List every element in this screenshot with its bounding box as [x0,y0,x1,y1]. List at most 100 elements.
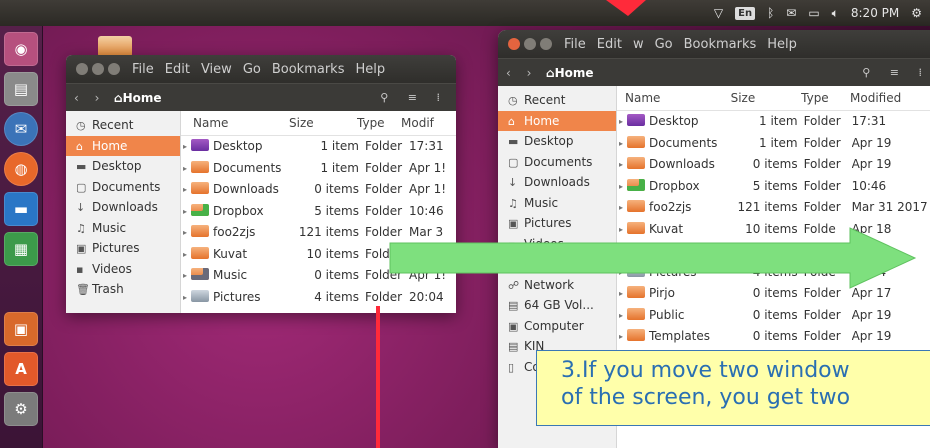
clock[interactable]: 8:20 PM [851,6,899,20]
keyboard-layout-indicator[interactable]: En [735,6,756,20]
menu-item[interactable]: Bookmarks [684,37,757,52]
files-icon[interactable]: ▤ [4,72,38,106]
impress-icon[interactable]: ▣ [4,312,38,346]
sidebar-item[interactable]: 🗑︎ Trash [498,254,616,275]
location-home-button[interactable]: ⌂Home [546,66,594,80]
menu-item[interactable]: View [201,62,232,77]
col-type[interactable]: Type [801,86,850,110]
expand-icon[interactable]: ▸ [619,154,627,175]
expand-icon[interactable]: ▸ [183,222,191,243]
col-size[interactable]: Size [289,111,357,135]
sidebar-item[interactable]: ▣ Pictures [498,213,616,234]
table-row[interactable]: ▸ Pictures 4 items Folde 20:04 [617,262,930,284]
minimize-icon[interactable] [524,38,536,50]
table-row[interactable]: ▸ foo2zjs 121 items Folder Mar 3 [181,222,456,244]
menu-item[interactable]: w [633,37,644,52]
desktop-folder-icon[interactable] [98,36,132,56]
col-size[interactable]: Size [731,86,802,110]
col-name[interactable]: Name [181,111,289,135]
expand-icon[interactable]: ▸ [183,244,191,265]
network-icon[interactable]: ▽ [714,6,723,20]
table-row[interactable]: ▸ Public 0 items Folder Apr 19 [617,305,930,327]
sidebar-item[interactable]: ▬ Desktop [498,131,616,152]
expand-icon[interactable]: ▸ [183,158,191,179]
gear-icon[interactable]: ⚙ [911,6,922,20]
table-row[interactable]: ▸ Dropbox 5 items Folder 10:46 [617,176,930,198]
table-row[interactable]: ▸ Dropbox 5 items Folder 10:46 [181,201,456,223]
table-row[interactable]: ▸ Downloads 0 items Folder Apr 19 [617,154,930,176]
sidebar-item[interactable]: ◷ Recent [498,90,616,111]
mail-icon[interactable]: ✉ [786,6,796,20]
settings-icon[interactable]: ⚙ [4,392,38,426]
sidebar-item[interactable]: ▤ 64 GB Vol... [498,295,616,316]
sidebar-item[interactable]: ⌂ Home [66,135,180,156]
table-row[interactable]: ▸ Downloads 0 items Folder Apr 1! [181,179,456,201]
bluetooth-icon[interactable]: ᛒ [767,6,774,20]
volume-icon[interactable]: 🔈︎ [832,6,839,21]
expand-icon[interactable]: ▸ [619,197,627,218]
close-icon[interactable] [76,63,88,75]
table-row[interactable]: ▸ Desktop 1 item Folder 17:31 [617,111,930,133]
table-row[interactable]: ▸ [617,240,930,262]
menu-item[interactable]: File [132,62,154,77]
expand-icon[interactable]: ▸ [619,283,627,304]
thunderbird-icon[interactable]: ✉ [4,112,38,146]
table-row[interactable]: ▸ Desktop 1 item Folder 17:31 [181,136,456,158]
location-home-button[interactable]: ⌂Home [114,91,162,105]
table-row[interactable]: ▸ Kuvat 10 items Folder Apr 1 [181,244,456,266]
menu-item[interactable]: Edit [165,62,190,77]
menu-item[interactable]: File [564,37,586,52]
table-row[interactable]: ▸ foo2zjs 121 items Folder Mar 31 2017 [617,197,930,219]
menu-item[interactable]: Edit [597,37,622,52]
search-view-icons[interactable]: ⚲ ≡ ⁞ [862,66,930,79]
table-row[interactable]: ▸ Pirjo 0 items Folder Apr 17 [617,283,930,305]
sidebar-item[interactable]: ☍ Network [498,275,616,296]
sidebar-item[interactable]: ♫ Music [498,193,616,214]
expand-icon[interactable]: ▸ [619,219,627,240]
menu-item[interactable]: Help [767,37,797,52]
expand-icon[interactable]: ▸ [619,111,627,132]
sidebar-item[interactable]: ▢ Documents [498,152,616,173]
col-modified[interactable]: Modified [850,86,930,110]
expand-icon[interactable]: ▸ [619,262,627,283]
writer-icon[interactable]: ▬ [4,192,38,226]
table-row[interactable]: ▸ Templates 0 items Folder Apr 19 [617,326,930,348]
back-forward-icon[interactable]: ‹ › [506,66,546,80]
back-forward-icon[interactable]: ‹ › [74,91,114,105]
expand-icon[interactable]: ▸ [619,240,627,261]
col-type[interactable]: Type [357,111,401,135]
search-view-icons[interactable]: ⚲ ≡ ⁞ [380,91,448,104]
sidebar-item[interactable]: ▪ Videos [498,234,616,255]
sidebar-item[interactable]: ▣ Computer [498,316,616,337]
close-icon[interactable] [508,38,520,50]
col-name[interactable]: Name [617,86,731,110]
expand-icon[interactable]: ▸ [183,136,191,157]
maximize-icon[interactable] [540,38,552,50]
menu-item[interactable]: Help [355,62,385,77]
sidebar-item[interactable]: ▪ Videos [66,259,180,280]
maximize-icon[interactable] [108,63,120,75]
dash-icon[interactable]: ◉ [4,32,38,66]
sidebar-item[interactable]: ▣ Pictures [66,238,180,259]
table-row[interactable]: ▸ Kuvat 10 items Folde Apr 18 [617,219,930,241]
col-modified[interactable]: Modif [401,111,437,135]
software-center-icon[interactable]: A [4,352,38,386]
sidebar-item[interactable]: ↓ Downloads [498,172,616,193]
battery-icon[interactable]: ▭ [808,6,819,20]
expand-icon[interactable]: ▸ [619,133,627,154]
sidebar-item[interactable]: ▬ Desktop [66,156,180,177]
menu-item[interactable]: Bookmarks [272,62,345,77]
calc-icon[interactable]: ▦ [4,232,38,266]
expand-icon[interactable]: ▸ [619,326,627,347]
table-row[interactable]: ▸ Documents 1 item Folder Apr 19 [617,133,930,155]
firefox-icon[interactable]: ◍ [4,152,38,186]
sidebar-item[interactable]: ⌂ Home [498,110,616,131]
sidebar-item[interactable]: ♫ Music [66,218,180,239]
expand-icon[interactable]: ▸ [183,201,191,222]
menu-item[interactable]: Go [243,62,261,77]
menu-item[interactable]: Go [655,37,673,52]
table-row[interactable]: ▸ Music 0 items Folder Apr 1! [181,265,456,287]
sidebar-item[interactable]: ↓ Downloads [66,197,180,218]
minimize-icon[interactable] [92,63,104,75]
table-row[interactable]: ▸ Pictures 4 items Folder 20:04 [181,287,456,309]
